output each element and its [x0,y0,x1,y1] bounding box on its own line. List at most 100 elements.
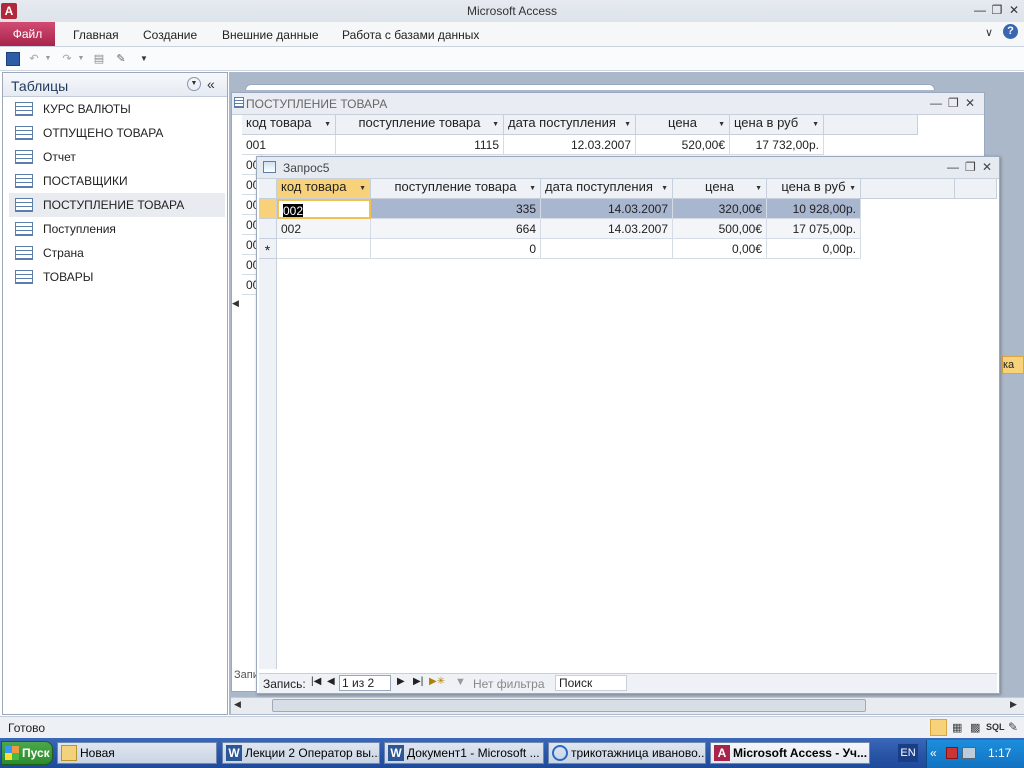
next-record-icon[interactable]: ▶ [397,676,405,687]
filter-dropdown-icon[interactable]: ▼ [359,185,366,192]
table-cell[interactable]: 1115 [336,135,504,155]
network-icon[interactable] [962,747,976,759]
first-record-icon[interactable]: |◀ [311,676,321,687]
tab-external-data[interactable]: Внешние данные [222,28,319,42]
table-cell[interactable]: 14.03.2007 [541,199,673,219]
query-window-minimize-icon[interactable]: — [947,160,959,174]
no-filter-indicator[interactable]: Нет фильтра [473,677,545,691]
back-col-header[interactable]: дата поступления ▼ [504,115,636,135]
redo-dropdown-icon[interactable]: ▼ [74,52,88,66]
table-cell[interactable]: 320,00€ [673,199,767,219]
nav-item-otchet[interactable]: Отчет [9,145,225,169]
scroll-left-icon[interactable]: ◀ [234,699,241,710]
side-panel-tab[interactable]: ка [1002,356,1024,374]
tab-file[interactable]: Файл [0,22,55,46]
table-cell[interactable]: 520,00€ [636,135,730,155]
tab-home[interactable]: Главная [73,28,119,42]
datasheet-view-icon[interactable] [930,719,947,736]
design-view-icon[interactable]: ✎ [1008,720,1018,734]
table-cell[interactable]: 14.03.2007 [541,219,673,239]
nav-item-tovary[interactable]: ТОВАРЫ [9,265,225,289]
nav-menu-dropdown-icon[interactable]: ▼ [187,77,201,91]
pivot-table-view-icon[interactable]: ▦ [952,721,962,734]
new-record-icon[interactable]: ▶✳ [429,676,445,687]
undo-dropdown-icon[interactable]: ▼ [41,52,55,66]
nav-item-postuplenie-tovara[interactable]: ПОСТУПЛЕНИЕ ТОВАРА [9,193,225,217]
row-selector[interactable] [259,199,277,219]
minimize-icon[interactable]: — [972,3,988,17]
table-cell[interactable]: 335 [371,199,541,219]
back-col-header[interactable]: цена в руб ▼ [730,115,824,135]
filter-dropdown-icon[interactable]: ▼ [718,121,725,128]
sql-view-icon[interactable]: SQL [986,722,1005,732]
collapse-pane-icon[interactable]: « [207,76,215,92]
nav-item-kurs-valyuty[interactable]: КУРС ВАЛЮТЫ [9,97,225,121]
customize-toolbar-icon[interactable]: ▼ [137,52,151,66]
table-cell[interactable]: 664 [371,219,541,239]
table-cell[interactable]: 17 732,00р. [730,135,824,155]
nav-item-postupleniya[interactable]: Поступления [9,217,225,241]
pivot-chart-view-icon[interactable]: ▩ [970,721,980,734]
form-icon[interactable]: ▤ [92,52,106,66]
ribbon-minimize-icon[interactable]: ∨ [985,26,993,39]
query-window-restore-icon[interactable]: ❐ [965,160,976,174]
query-col-header[interactable]: цена в руб ▼ [767,179,861,199]
filter-dropdown-icon[interactable]: ▼ [492,121,499,128]
table-cell[interactable]: 0,00р. [767,239,861,259]
table-window-minimize-icon[interactable]: — [930,96,942,110]
current-record-field[interactable]: 1 из 2 [339,675,391,691]
table-window-close-icon[interactable]: ✕ [965,96,975,110]
taskbar-button-word-lecture[interactable]: W Лекции 2 Оператор вы... [222,742,380,764]
filter-dropdown-icon[interactable]: ▼ [812,121,819,128]
save-icon[interactable] [6,52,20,66]
table-cell-active[interactable]: 002 [277,199,371,219]
table-cell[interactable]: 12.03.2007 [504,135,636,155]
antivirus-icon[interactable] [946,747,958,759]
prev-record-icon[interactable]: ◀ [327,676,335,687]
restore-icon[interactable]: ❐ [989,3,1005,17]
table-cell[interactable]: 500,00€ [673,219,767,239]
scroll-right-icon[interactable]: ▶ [1010,699,1017,710]
back-col-header[interactable]: код товара ▼ [242,115,336,135]
table-cell[interactable]: 10 928,00р. [767,199,861,219]
table-window-restore-icon[interactable]: ❐ [948,96,959,110]
taskbar-button-word-document[interactable]: W Документ1 - Microsoft ... [384,742,544,764]
last-record-icon[interactable]: ▶| [413,676,423,687]
filter-dropdown-icon[interactable]: ▼ [661,185,668,192]
filter-dropdown-icon[interactable]: ▼ [529,185,536,192]
table-cell[interactable]: 001 [242,135,336,155]
table-cell[interactable]: 17 075,00р. [767,219,861,239]
query-col-header[interactable]: дата поступления ▼ [541,179,673,199]
row-selector[interactable] [259,219,277,239]
nav-item-postavshchiki[interactable]: ПОСТАВЩИКИ [9,169,225,193]
undo-icon[interactable]: ↶ [27,52,41,66]
select-all-corner[interactable] [259,179,277,199]
query-col-header[interactable]: код товара ▼ [277,179,371,199]
nav-item-otpushcheno-tovara[interactable]: ОТПУЩЕНО ТОВАРА [9,121,225,145]
table-cell[interactable] [541,239,673,259]
nav-item-strana[interactable]: Страна [9,241,225,265]
help-icon[interactable]: ? [1003,24,1018,39]
filter-dropdown-icon[interactable]: ▼ [755,185,762,192]
table-cell[interactable] [277,239,371,259]
taskbar-button-access[interactable]: A Microsoft Access - Уч... [710,742,870,764]
tab-create[interactable]: Создание [143,28,197,42]
query-col-header[interactable]: поступление товара ▼ [371,179,541,199]
taskbar-button-folder[interactable]: Новая [57,742,217,764]
filter-dropdown-icon[interactable]: ▼ [849,185,856,192]
filter-dropdown-icon[interactable]: ▼ [324,121,331,128]
print-preview-icon[interactable]: ✎ [114,52,128,66]
redo-icon[interactable]: ↷ [60,52,74,66]
back-col-header[interactable]: поступление товара ▼ [336,115,504,135]
expand-row-icon[interactable]: ◀ [232,298,239,309]
tab-database-tools[interactable]: Работа с базами данных [342,28,479,42]
start-button[interactable]: Пуск [1,741,53,765]
filter-dropdown-icon[interactable]: ▼ [624,121,631,128]
filter-icon[interactable]: ▼ [455,676,466,688]
table-cell[interactable]: 002 [277,219,371,239]
table-cell[interactable]: 0 [371,239,541,259]
language-indicator[interactable]: EN [898,744,918,762]
search-input[interactable]: Поиск [555,675,627,691]
table-cell[interactable]: 0,00€ [673,239,767,259]
back-col-header[interactable]: цена ▼ [636,115,730,135]
